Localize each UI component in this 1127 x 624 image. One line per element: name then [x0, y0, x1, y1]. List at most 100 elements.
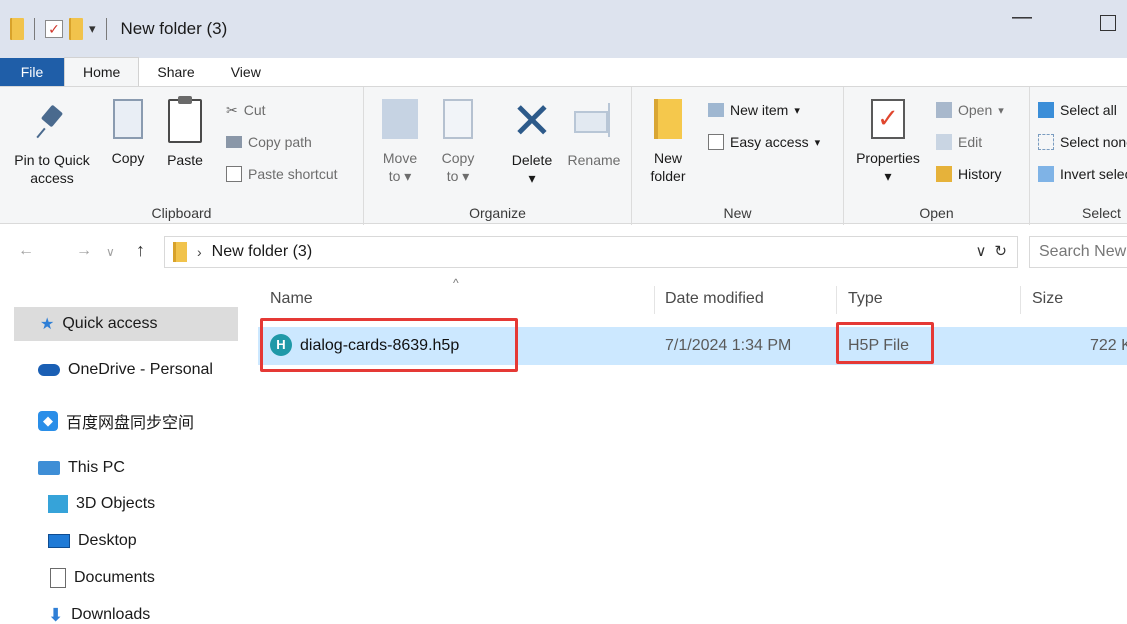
- easy-access-label: Easy access: [730, 134, 809, 150]
- copy-path-label: Copy path: [248, 134, 312, 150]
- tab-view[interactable]: View: [213, 58, 279, 86]
- maximize-button[interactable]: [1100, 15, 1116, 31]
- paste-button[interactable]: Paste: [160, 96, 210, 169]
- rename-button[interactable]: Rename: [564, 99, 624, 169]
- nav-item-label: Downloads: [71, 606, 151, 623]
- address-row: ← → ∨ ↑ › New folder (3) ∨ ↻ Search New …: [0, 232, 1127, 272]
- minimize-button[interactable]: —: [1012, 7, 1032, 30]
- refresh-icon[interactable]: ↻: [994, 242, 1007, 260]
- nav-item-desktop[interactable]: Desktop: [0, 524, 137, 558]
- pc-icon: [38, 461, 60, 475]
- organize-group-label: Organize: [469, 205, 526, 221]
- star-icon: ★: [40, 316, 55, 333]
- tab-share[interactable]: Share: [139, 58, 212, 86]
- cube-icon: [48, 495, 68, 513]
- folder-icon: [173, 242, 187, 262]
- desktop-icon: [48, 534, 70, 548]
- new-folder-button[interactable]: New folder: [646, 99, 690, 185]
- rename-label: Rename: [567, 152, 621, 168]
- delete-button[interactable]: ✕ Delete ▾: [504, 93, 560, 187]
- copy-to-icon: [443, 99, 473, 139]
- nav-item-onedrive[interactable]: OneDrive - Personal: [0, 353, 213, 387]
- properties-check-icon[interactable]: ✓: [45, 20, 63, 38]
- history-icon: [936, 166, 952, 182]
- customize-toolbar-dropdown-icon[interactable]: ▾: [89, 21, 96, 37]
- column-header-name[interactable]: Name: [270, 284, 313, 314]
- open-icon: [936, 102, 952, 118]
- move-to-icon: [382, 99, 418, 139]
- file-date-modified: 7/1/2024 1:34 PM: [665, 337, 792, 354]
- nav-item-downloads[interactable]: ⬇ Downloads: [0, 598, 150, 624]
- new-item-icon: [708, 103, 724, 117]
- column-header-type[interactable]: Type: [848, 284, 883, 314]
- column-divider[interactable]: [1020, 286, 1021, 314]
- column-divider[interactable]: [654, 286, 655, 314]
- address-dropdown-icon[interactable]: ∨: [975, 242, 986, 260]
- cut-button[interactable]: ✂ Cut: [226, 99, 266, 121]
- copy-to-button[interactable]: Copy to ▾: [436, 99, 480, 185]
- select-group: Select all Select none Invert selection …: [1030, 87, 1127, 225]
- select-all-button[interactable]: Select all: [1038, 99, 1117, 121]
- new-item-button[interactable]: New item ▾: [708, 99, 800, 121]
- nav-item-this-pc[interactable]: This PC: [0, 451, 125, 485]
- properties-dropdown-icon[interactable]: ▾: [850, 167, 926, 185]
- delete-label: Delete: [511, 152, 553, 168]
- column-header-size[interactable]: Size: [1032, 284, 1063, 314]
- column-divider[interactable]: [836, 286, 837, 314]
- easy-access-button[interactable]: Easy access ▾: [708, 131, 820, 153]
- history-label: History: [958, 166, 1002, 182]
- move-to-label-line1: Move: [382, 150, 418, 166]
- search-input[interactable]: Search New folder (3): [1029, 236, 1127, 268]
- select-none-label: Select none: [1060, 134, 1127, 150]
- delete-dropdown-icon[interactable]: ▾: [504, 169, 560, 187]
- nav-item-label: Documents: [74, 569, 155, 586]
- new-item-label: New item: [730, 102, 789, 118]
- clipboard-icon: [168, 96, 202, 143]
- breadcrumb-current-folder[interactable]: New folder (3): [212, 243, 312, 261]
- pin-to-quick-access-button[interactable]: Pin to Quick access: [4, 99, 100, 187]
- paste-shortcut-button[interactable]: Paste shortcut: [226, 163, 338, 185]
- quick-access-toolbar: ✓ ▾ New folder (3): [0, 0, 227, 58]
- organize-group: Move to ▾ Copy to ▾ ✕ Delete ▾ Rename Or…: [364, 87, 632, 225]
- tab-file[interactable]: File: [0, 58, 64, 86]
- nav-item-label: 3D Objects: [76, 495, 156, 512]
- nav-item-3d-objects[interactable]: 3D Objects: [0, 487, 155, 521]
- history-button[interactable]: History: [936, 163, 1002, 185]
- forward-arrow-icon[interactable]: →: [76, 242, 92, 260]
- recent-locations-chevron-icon[interactable]: ∨: [106, 245, 115, 259]
- delete-x-icon: ✕: [511, 93, 553, 149]
- select-none-icon: [1038, 134, 1054, 150]
- nav-item-label: Desktop: [78, 532, 137, 549]
- copy-path-icon: [226, 136, 242, 148]
- new-folder-label-line1: New: [653, 150, 682, 166]
- new-group-label: New: [723, 205, 752, 221]
- select-none-button[interactable]: Select none: [1038, 131, 1127, 153]
- breadcrumb-chevron-icon[interactable]: ›: [197, 244, 202, 260]
- edit-icon: [936, 134, 952, 150]
- nav-item-quick-access[interactable]: ★ Quick access: [14, 307, 238, 341]
- ribbon: Pin to Quick access Copy Paste ✂ Cut Cop…: [0, 86, 1127, 225]
- tab-home[interactable]: Home: [64, 57, 140, 86]
- move-to-button[interactable]: Move to ▾: [378, 99, 422, 185]
- new-item-dropdown-icon: ▾: [794, 104, 800, 117]
- paste-label: Paste: [167, 152, 203, 168]
- copy-path-button[interactable]: Copy path: [226, 131, 312, 153]
- new-folder-quick-icon[interactable]: [69, 18, 83, 40]
- up-arrow-icon[interactable]: ↑: [136, 240, 145, 261]
- address-bar[interactable]: › New folder (3) ∨ ↻: [164, 236, 1018, 268]
- open-dropdown-icon: ▾: [998, 104, 1004, 117]
- nav-item-label: 百度网盘同步空间: [66, 415, 195, 432]
- pin-label-line1: Pin to Quick: [14, 152, 90, 168]
- edit-button[interactable]: Edit: [936, 131, 982, 153]
- nav-item-baidu-netdisk[interactable]: ◆ 百度网盘同步空间: [0, 404, 194, 438]
- open-button[interactable]: Open ▾: [936, 99, 1004, 121]
- back-arrow-icon[interactable]: ←: [18, 242, 34, 260]
- nav-item-documents[interactable]: Documents: [0, 561, 155, 595]
- invert-selection-button[interactable]: Invert selection: [1038, 163, 1127, 185]
- column-header-date[interactable]: Date modified: [665, 284, 764, 314]
- address-actions: ∨ ↻: [975, 242, 1007, 260]
- paste-shortcut-icon: [226, 166, 242, 182]
- copy-button[interactable]: Copy: [104, 99, 152, 167]
- properties-button[interactable]: ✓ Properties ▾: [850, 99, 926, 185]
- toolbar-divider: [105, 18, 107, 40]
